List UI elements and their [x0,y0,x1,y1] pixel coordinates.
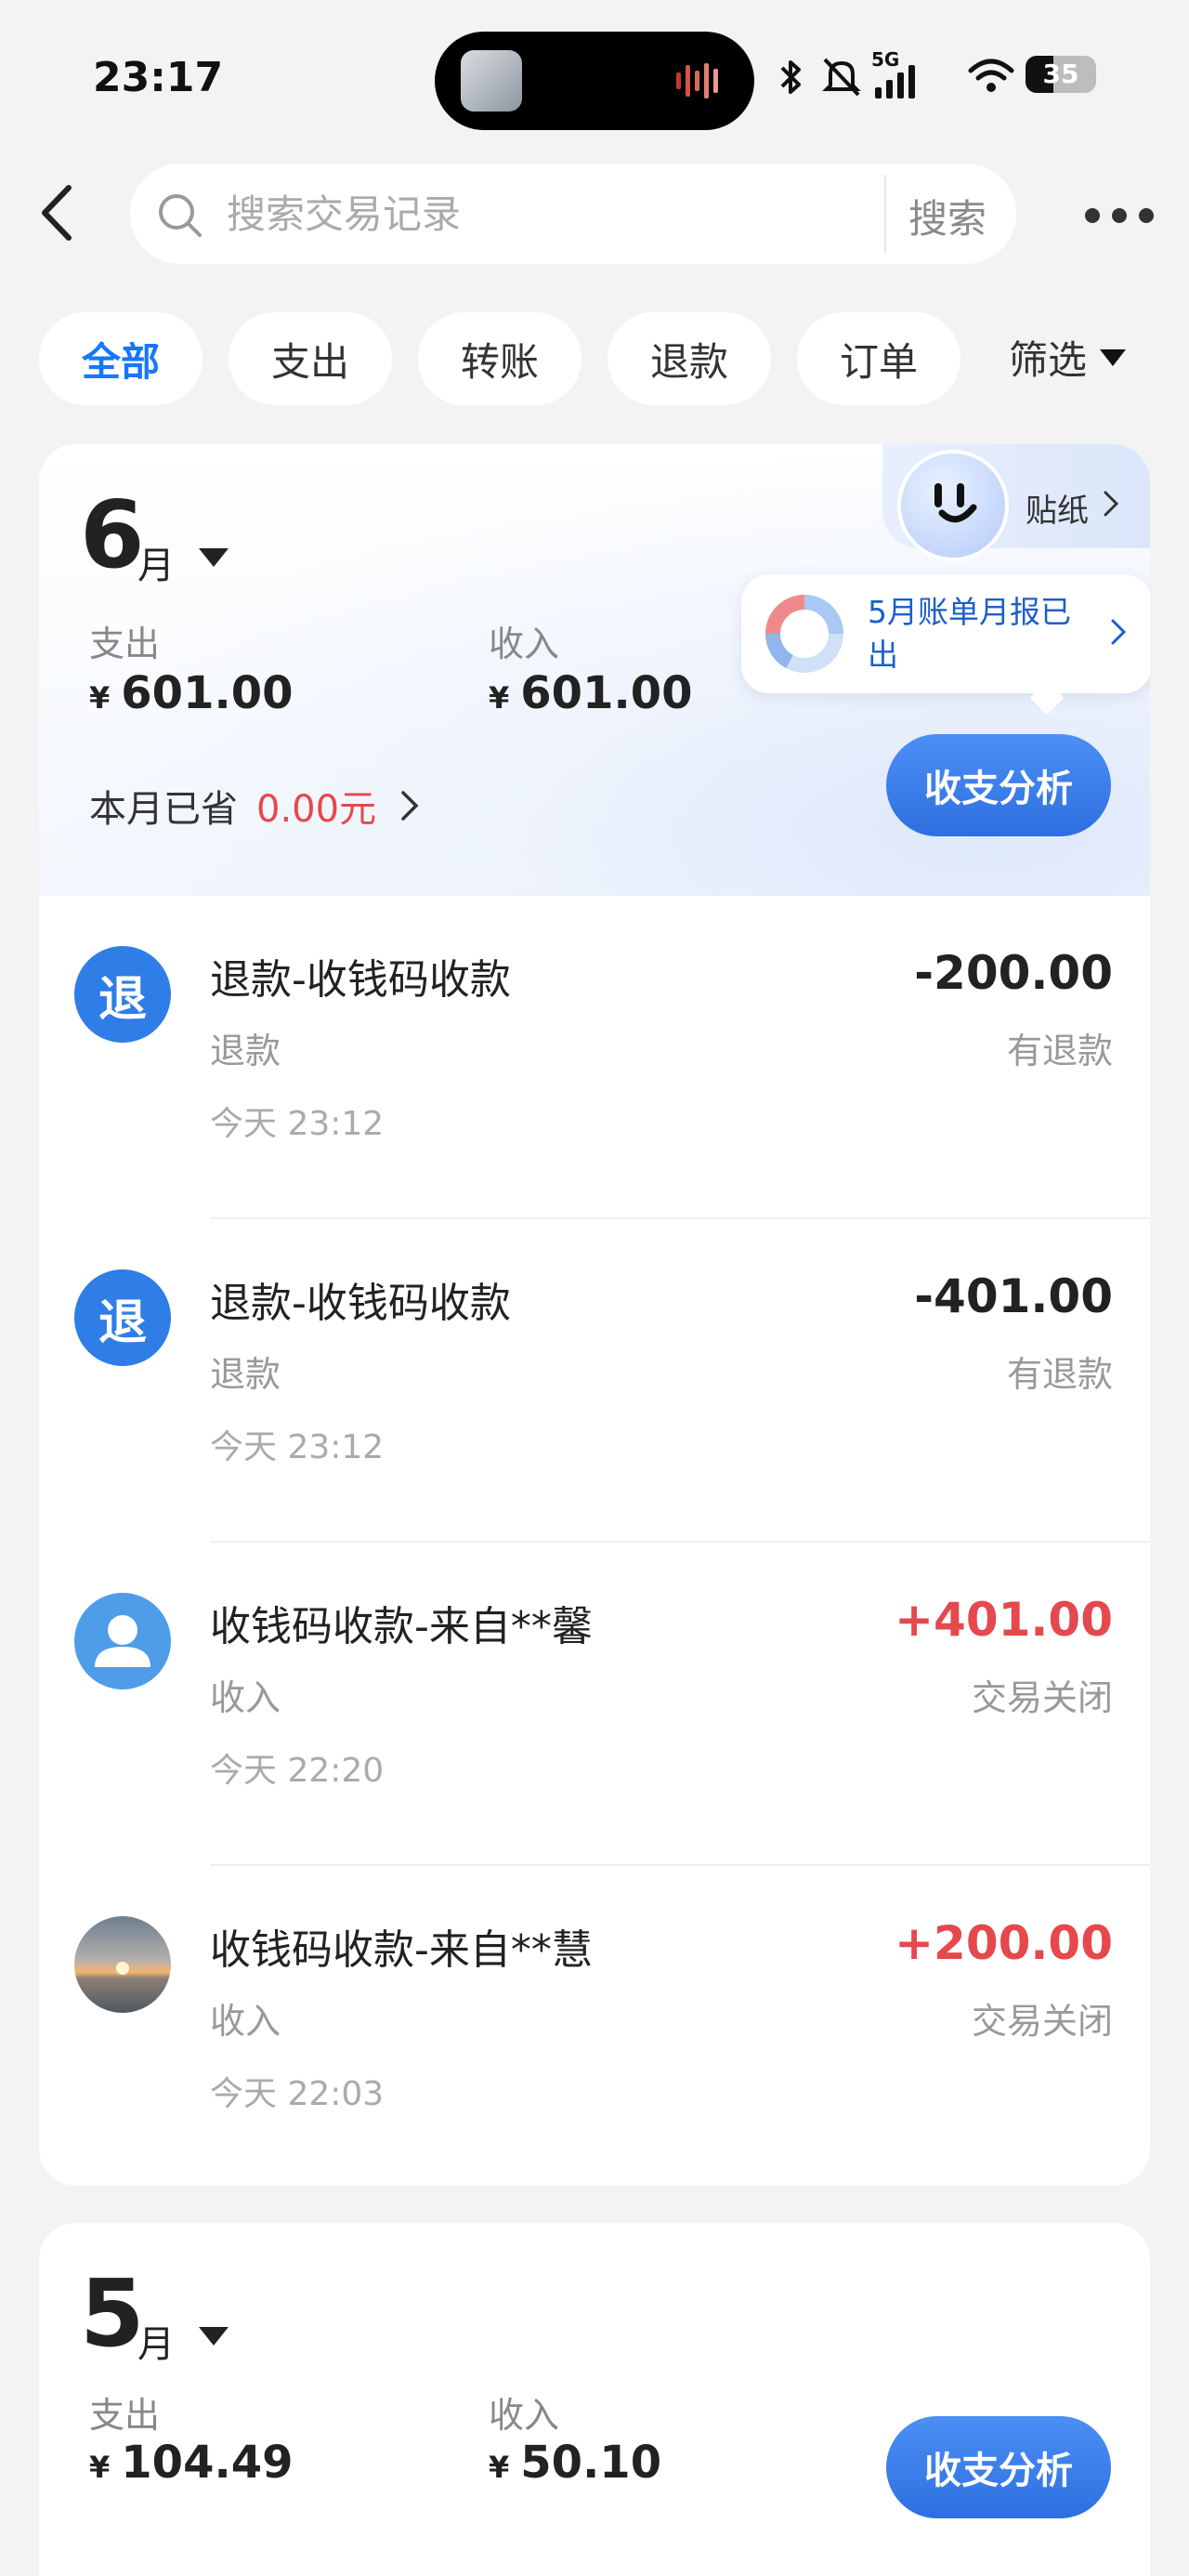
filter-label: 筛选 [1009,337,1088,383]
monthly-report-bubble[interactable]: 5月账单月报已出 [741,574,1150,716]
transaction-time: 今天 22:20 [210,1752,385,1790]
transaction-status: 有退款 [1006,1354,1113,1395]
month-unit: 月 [137,545,175,587]
filter-chip-all[interactable]: 全部 [39,312,203,405]
transaction-category: 收入 [210,1677,281,1718]
transaction-amount: -401.00 [914,1269,1113,1323]
status-time: 23:17 [93,54,224,101]
bluetooth-icon [780,60,801,94]
filter-dropdown-button[interactable]: 筛选 [1009,329,1128,386]
filter-chip-order[interactable]: 订单 [797,312,960,405]
transaction-status: 有退款 [1006,1031,1113,1071]
sticker-label[interactable]: 贴纸 [1026,485,1089,531]
income-value: ¥50.10 [489,2437,662,2489]
transaction-row[interactable]: 退 退款-收钱码收款 退款 今天 23:12 -200.00 有退款 [39,896,1150,1219]
month-card-may: 5 月 支出 ¥104.49 收入 ¥50.10 收支分析 [39,2223,1150,2576]
search-divider [884,175,886,253]
month-card-june: 6 月 支出 ¥601.00 收入 ¥601.00 本月已省 0.00元 收支分… [39,444,1150,2186]
chevron-right-icon [401,791,419,821]
transaction-time: 今天 23:12 [210,1105,385,1143]
filter-chip-transfer[interactable]: 转账 [418,312,581,405]
month-number[interactable]: 5 [80,2267,145,2360]
filter-chip-expense[interactable]: 支出 [229,312,392,405]
refund-icon: 退 [74,1269,171,1366]
expense-value: ¥104.49 [89,2437,294,2489]
transaction-amount: -200.00 [914,946,1113,1000]
income-label: 收入 [489,2395,560,2436]
transaction-category: 退款 [210,1031,281,1071]
dynamic-island[interactable] [435,32,754,130]
income-expense-analysis-button[interactable]: 收支分析 [886,734,1111,836]
more-options-icon[interactable] [1085,206,1154,225]
monthly-saved-link[interactable]: 本月已省 0.00元 [89,779,419,833]
battery-level: 35 [1042,59,1079,89]
month-number[interactable]: 6 [80,489,145,582]
income-value: ¥601.00 [489,667,693,719]
transaction-status: 交易关闭 [971,2001,1113,2042]
transaction-amount: +401.00 [895,1593,1113,1647]
expense-value: ¥601.00 [89,667,294,719]
transaction-time: 今天 23:12 [210,1428,385,1466]
back-arrow-icon[interactable] [35,180,80,245]
transaction-category: 退款 [210,1354,281,1395]
filter-chip-refund[interactable]: 退款 [608,312,771,405]
transaction-title: 退款-收钱码收款 [210,1280,511,1327]
battery-indicator: 35 [1026,56,1096,93]
search-bar: 搜索 [130,164,1016,264]
sticker-mascot-icon[interactable] [897,450,1009,561]
transaction-row[interactable]: 收钱码收款-来自**慧 收入 今天 22:03 +200.00 交易关闭 [39,1866,1150,2186]
search-icon [159,194,202,237]
transaction-time: 今天 22:03 [210,2075,385,2113]
status-icons: 5G 35 [778,46,1104,108]
chevron-right-icon [1111,619,1126,645]
caret-down-icon [1100,348,1127,366]
mute-bell-icon [822,58,861,97]
transaction-status: 交易关闭 [971,1677,1113,1718]
refund-icon: 退 [74,946,171,1043]
search-input[interactable] [227,188,877,240]
transaction-title: 收钱码收款-来自**馨 [210,1603,593,1650]
sunset-photo-avatar [74,1916,171,2013]
chevron-right-icon [1104,491,1118,517]
transaction-row[interactable]: 收钱码收款-来自**馨 收入 今天 22:20 +401.00 交易关闭 [39,1543,1150,1866]
month-unit: 月 [137,2323,175,2366]
transaction-category: 收入 [210,2001,281,2042]
signal-icon [875,65,915,99]
saved-amount: 0.00元 [256,788,377,831]
expense-label: 支出 [89,2395,161,2436]
month-picker-caret-icon[interactable] [197,546,230,569]
donut-chart-icon [765,595,843,673]
monthly-report-text: 5月账单月报已出 [868,594,1071,673]
saved-label: 本月已省 [89,788,238,831]
transaction-title: 退款-收钱码收款 [210,956,511,1004]
month-picker-caret-icon[interactable] [197,2325,230,2347]
user-avatar-icon [74,1593,171,1689]
status-bar: 23:17 5G 35 [0,0,1189,158]
transaction-title: 收钱码收款-来自**慧 [210,1926,593,1974]
transaction-row[interactable]: 退 退款-收钱码收款 退款 今天 23:12 -401.00 有退款 [39,1219,1150,1543]
media-thumbnail [461,50,522,112]
income-label: 收入 [489,624,560,664]
income-expense-analysis-button[interactable]: 收支分析 [886,2416,1111,2518]
search-button[interactable]: 搜索 [908,188,986,244]
transaction-amount: +200.00 [895,1916,1113,1970]
audio-wave-icon [676,63,718,99]
expense-label: 支出 [89,624,161,664]
wifi-icon [968,59,1014,92]
